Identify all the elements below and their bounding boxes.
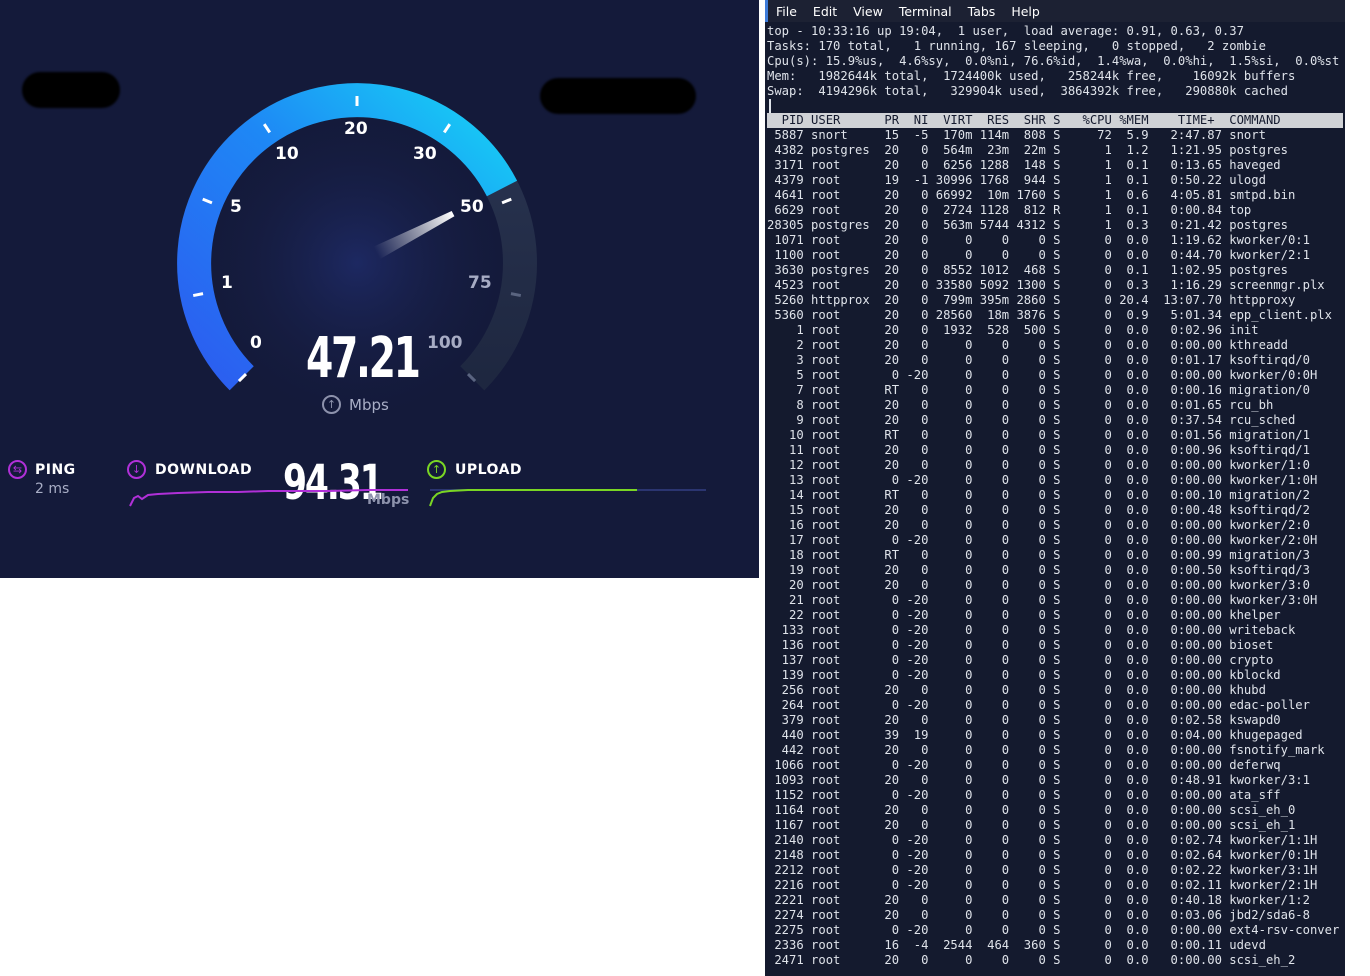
- process-row: 22 root 0 -20 0 0 0 S 0 0.0 0:00.00 khel…: [767, 608, 1281, 622]
- process-row: 14 root RT 0 0 0 0 S 0 0.0 0:00.10 migra…: [767, 488, 1310, 502]
- speed-unit: Mbps: [349, 395, 389, 414]
- redacted-area-left: [22, 72, 120, 108]
- process-row: 1164 root 20 0 0 0 0 S 0 0.0 0:00.00 scs…: [767, 803, 1296, 817]
- summary-line: top - 10:33:16 up 19:04, 1 user, load av…: [767, 24, 1244, 38]
- process-row: 2221 root 20 0 0 0 0 S 0 0.0 0:40.18 kwo…: [767, 893, 1310, 907]
- terminal-cursor: [769, 99, 771, 113]
- gauge-label-30: 30: [413, 144, 437, 164]
- process-row: 1152 root 0 -20 0 0 0 S 0 0.0 0:00.00 at…: [767, 788, 1281, 802]
- gauge-label-50: 50: [460, 197, 484, 217]
- process-row: 18 root RT 0 0 0 0 S 0 0.0 0:00.99 migra…: [767, 548, 1310, 562]
- process-row: 5887 snort 15 -5 170m 114m 808 S 72 5.9 …: [767, 128, 1266, 142]
- terminal-menubar: File Edit View Terminal Tabs Help: [765, 0, 1345, 22]
- process-row: 440 root 39 19 0 0 0 S 0 0.0 0:04.00 khu…: [767, 728, 1303, 742]
- upload-icon: ↑: [427, 460, 446, 479]
- redacted-area-right: [540, 78, 696, 114]
- process-row: 6629 root 20 0 2724 1128 812 R 1 0.1 0:0…: [767, 203, 1252, 217]
- process-row: 133 root 0 -20 0 0 0 S 0 0.0 0:00.00 wri…: [767, 623, 1296, 637]
- ping-label: PING: [35, 462, 76, 478]
- summary-line: Cpu(s): 15.9%us, 4.6%sy, 0.0%ni, 76.6%id…: [767, 54, 1340, 68]
- process-row: 10 root RT 0 0 0 0 S 0 0.0 0:01.56 migra…: [767, 428, 1310, 442]
- process-row: 136 root 0 -20 0 0 0 S 0 0.0 0:00.00 bio…: [767, 638, 1274, 652]
- process-row: 17 root 0 -20 0 0 0 S 0 0.0 0:00.00 kwor…: [767, 533, 1318, 547]
- menu-tabs[interactable]: Tabs: [968, 4, 996, 19]
- gauge-tick: [510, 292, 522, 298]
- summary-line: Swap: 4194296k total, 329904k used, 3864…: [767, 84, 1288, 98]
- process-row: 9 root 20 0 0 0 0 S 0 0.0 0:37.54 rcu_sc…: [767, 413, 1296, 427]
- process-row: 2212 root 0 -20 0 0 0 S 0 0.0 0:02.22 kw…: [767, 863, 1318, 877]
- process-row: 137 root 0 -20 0 0 0 S 0 0.0 0:00.00 cry…: [767, 653, 1274, 667]
- process-row: 1167 root 20 0 0 0 0 S 0 0.0 0:00.00 scs…: [767, 818, 1296, 832]
- process-row: 8 root 20 0 0 0 0 S 0 0.0 0:01.65 rcu_bh: [767, 398, 1274, 412]
- process-row: 4379 root 19 -1 30996 1768 944 S 1 0.1 0…: [767, 173, 1266, 187]
- process-row: 16 root 20 0 0 0 0 S 0 0.0 0:00.00 kwork…: [767, 518, 1310, 532]
- process-row: 15 root 20 0 0 0 0 S 0 0.0 0:00.48 ksoft…: [767, 503, 1310, 517]
- process-row: 5 root 0 -20 0 0 0 S 0 0.0 0:00.00 kwork…: [767, 368, 1318, 382]
- process-row: 13 root 0 -20 0 0 0 S 0 0.0 0:00.00 kwor…: [767, 473, 1318, 487]
- menu-help[interactable]: Help: [1011, 4, 1040, 19]
- gauge-label-5: 5: [230, 197, 242, 217]
- process-row: 264 root 0 -20 0 0 0 S 0 0.0 0:00.00 eda…: [767, 698, 1310, 712]
- process-row: 12 root 20 0 0 0 0 S 0 0.0 0:00.00 kwork…: [767, 458, 1310, 472]
- upload-graph: [429, 489, 706, 507]
- process-row: 1 root 20 0 1932 528 500 S 0 0.0 0:02.96…: [767, 323, 1259, 337]
- process-row: 2275 root 0 -20 0 0 0 S 0 0.0 0:00.00 ex…: [767, 923, 1340, 937]
- upload-arrow-icon: ↑: [322, 395, 341, 414]
- process-row: 3171 root 20 0 6256 1288 148 S 1 0.1 0:1…: [767, 158, 1281, 172]
- gauge-label-1: 1: [221, 273, 233, 293]
- upload-label: UPLOAD: [455, 462, 523, 478]
- download-label: DOWNLOAD: [155, 462, 253, 478]
- process-row: 28305 postgres 20 0 563m 5744 4312 S 1 0…: [767, 218, 1288, 232]
- process-row: 1093 root 20 0 0 0 0 S 0 0.0 0:48.91 kwo…: [767, 773, 1310, 787]
- summary-line: Mem: 1982644k total, 1724400k used, 2582…: [767, 69, 1296, 83]
- summary-line: Tasks: 170 total, 1 running, 167 sleepin…: [767, 39, 1266, 53]
- ping-icon: ⇆: [8, 460, 27, 479]
- current-speed-value: 47.21: [306, 326, 421, 391]
- speed-unit-row: ↑ Mbps: [322, 395, 389, 414]
- process-row: 4641 root 20 0 66992 10m 1760 S 1 0.6 4:…: [767, 188, 1296, 202]
- process-row: 21 root 0 -20 0 0 0 S 0 0.0 0:00.00 kwor…: [767, 593, 1318, 607]
- ping-value: 2 ms: [35, 481, 70, 497]
- process-row: 2216 root 0 -20 0 0 0 S 0 0.0 0:02.11 kw…: [767, 878, 1318, 892]
- process-row: 442 root 20 0 0 0 0 S 0 0.0 0:00.00 fsno…: [767, 743, 1325, 757]
- process-row: 379 root 20 0 0 0 0 S 0 0.0 0:02.58 kswa…: [767, 713, 1281, 727]
- process-row: 2140 root 0 -20 0 0 0 S 0 0.0 0:02.74 kw…: [767, 833, 1318, 847]
- process-row: 5360 root 20 0 28560 18m 3876 S 0 0.9 5:…: [767, 308, 1332, 322]
- download-icon: ↓: [127, 460, 146, 479]
- process-row: 7 root RT 0 0 0 0 S 0 0.0 0:00.16 migrat…: [767, 383, 1310, 397]
- process-row: 2274 root 20 0 0 0 0 S 0 0.0 0:03.06 jbd…: [767, 908, 1310, 922]
- process-row: 20 root 20 0 0 0 0 S 0 0.0 0:00.00 kwork…: [767, 578, 1310, 592]
- process-row: 1100 root 20 0 0 0 0 S 0 0.0 0:44.70 kwo…: [767, 248, 1310, 262]
- gauge-label-0: 0: [250, 333, 262, 353]
- menu-edit[interactable]: Edit: [813, 4, 837, 19]
- process-row: 3 root 20 0 0 0 0 S 0 0.0 0:01.17 ksofti…: [767, 353, 1310, 367]
- process-row: 2471 root 20 0 0 0 0 S 0 0.0 0:00.00 scs…: [767, 953, 1296, 967]
- process-row: 2148 root 0 -20 0 0 0 S 0 0.0 0:02.64 kw…: [767, 848, 1318, 862]
- gauge-label-10: 10: [275, 144, 299, 164]
- speedtest-panel: 0 1 5 10 20 30 50 75 100 47.21 ↑ Mbps ⇆ …: [0, 0, 759, 578]
- process-row: 11 root 20 0 0 0 0 S 0 0.0 0:00.96 ksoft…: [767, 443, 1310, 457]
- process-row: 3630 postgres 20 0 8552 1012 468 S 0 0.1…: [767, 263, 1288, 277]
- process-row: 256 root 20 0 0 0 0 S 0 0.0 0:00.00 khub…: [767, 683, 1266, 697]
- process-row: 139 root 0 -20 0 0 0 S 0 0.0 0:00.00 kbl…: [767, 668, 1281, 682]
- process-row: 2 root 20 0 0 0 0 S 0 0.0 0:00.00 kthrea…: [767, 338, 1288, 352]
- process-table-header: PID USER PR NI VIRT RES SHR S %CPU %MEM …: [767, 113, 1281, 127]
- gauge-label-100: 100: [427, 333, 463, 353]
- menu-view[interactable]: View: [853, 4, 883, 19]
- menu-file[interactable]: File: [776, 4, 797, 19]
- process-row: 5260 httpprox 20 0 799m 395m 2860 S 0 20…: [767, 293, 1296, 307]
- process-row: 4523 root 20 0 33580 5092 1300 S 0 0.3 1…: [767, 278, 1325, 292]
- gauge-label-75: 75: [468, 273, 492, 293]
- process-row: 2336 root 16 -4 2544 464 360 S 0 0.0 0:0…: [767, 938, 1266, 952]
- gauge-label-20: 20: [344, 119, 368, 139]
- process-row: 4382 postgres 20 0 564m 23m 22m S 1 1.2 …: [767, 143, 1288, 157]
- terminal-window[interactable]: File Edit View Terminal Tabs Help PID US…: [765, 0, 1345, 976]
- gauge-tick: [192, 292, 204, 298]
- download-graph: [129, 489, 408, 507]
- process-row: 19 root 20 0 0 0 0 S 0 0.0 0:00.50 ksoft…: [767, 563, 1310, 577]
- process-row: 1071 root 20 0 0 0 0 S 0 0.0 1:19.62 kwo…: [767, 233, 1310, 247]
- menu-terminal[interactable]: Terminal: [899, 4, 952, 19]
- process-row: 1066 root 0 -20 0 0 0 S 0 0.0 0:00.00 de…: [767, 758, 1281, 772]
